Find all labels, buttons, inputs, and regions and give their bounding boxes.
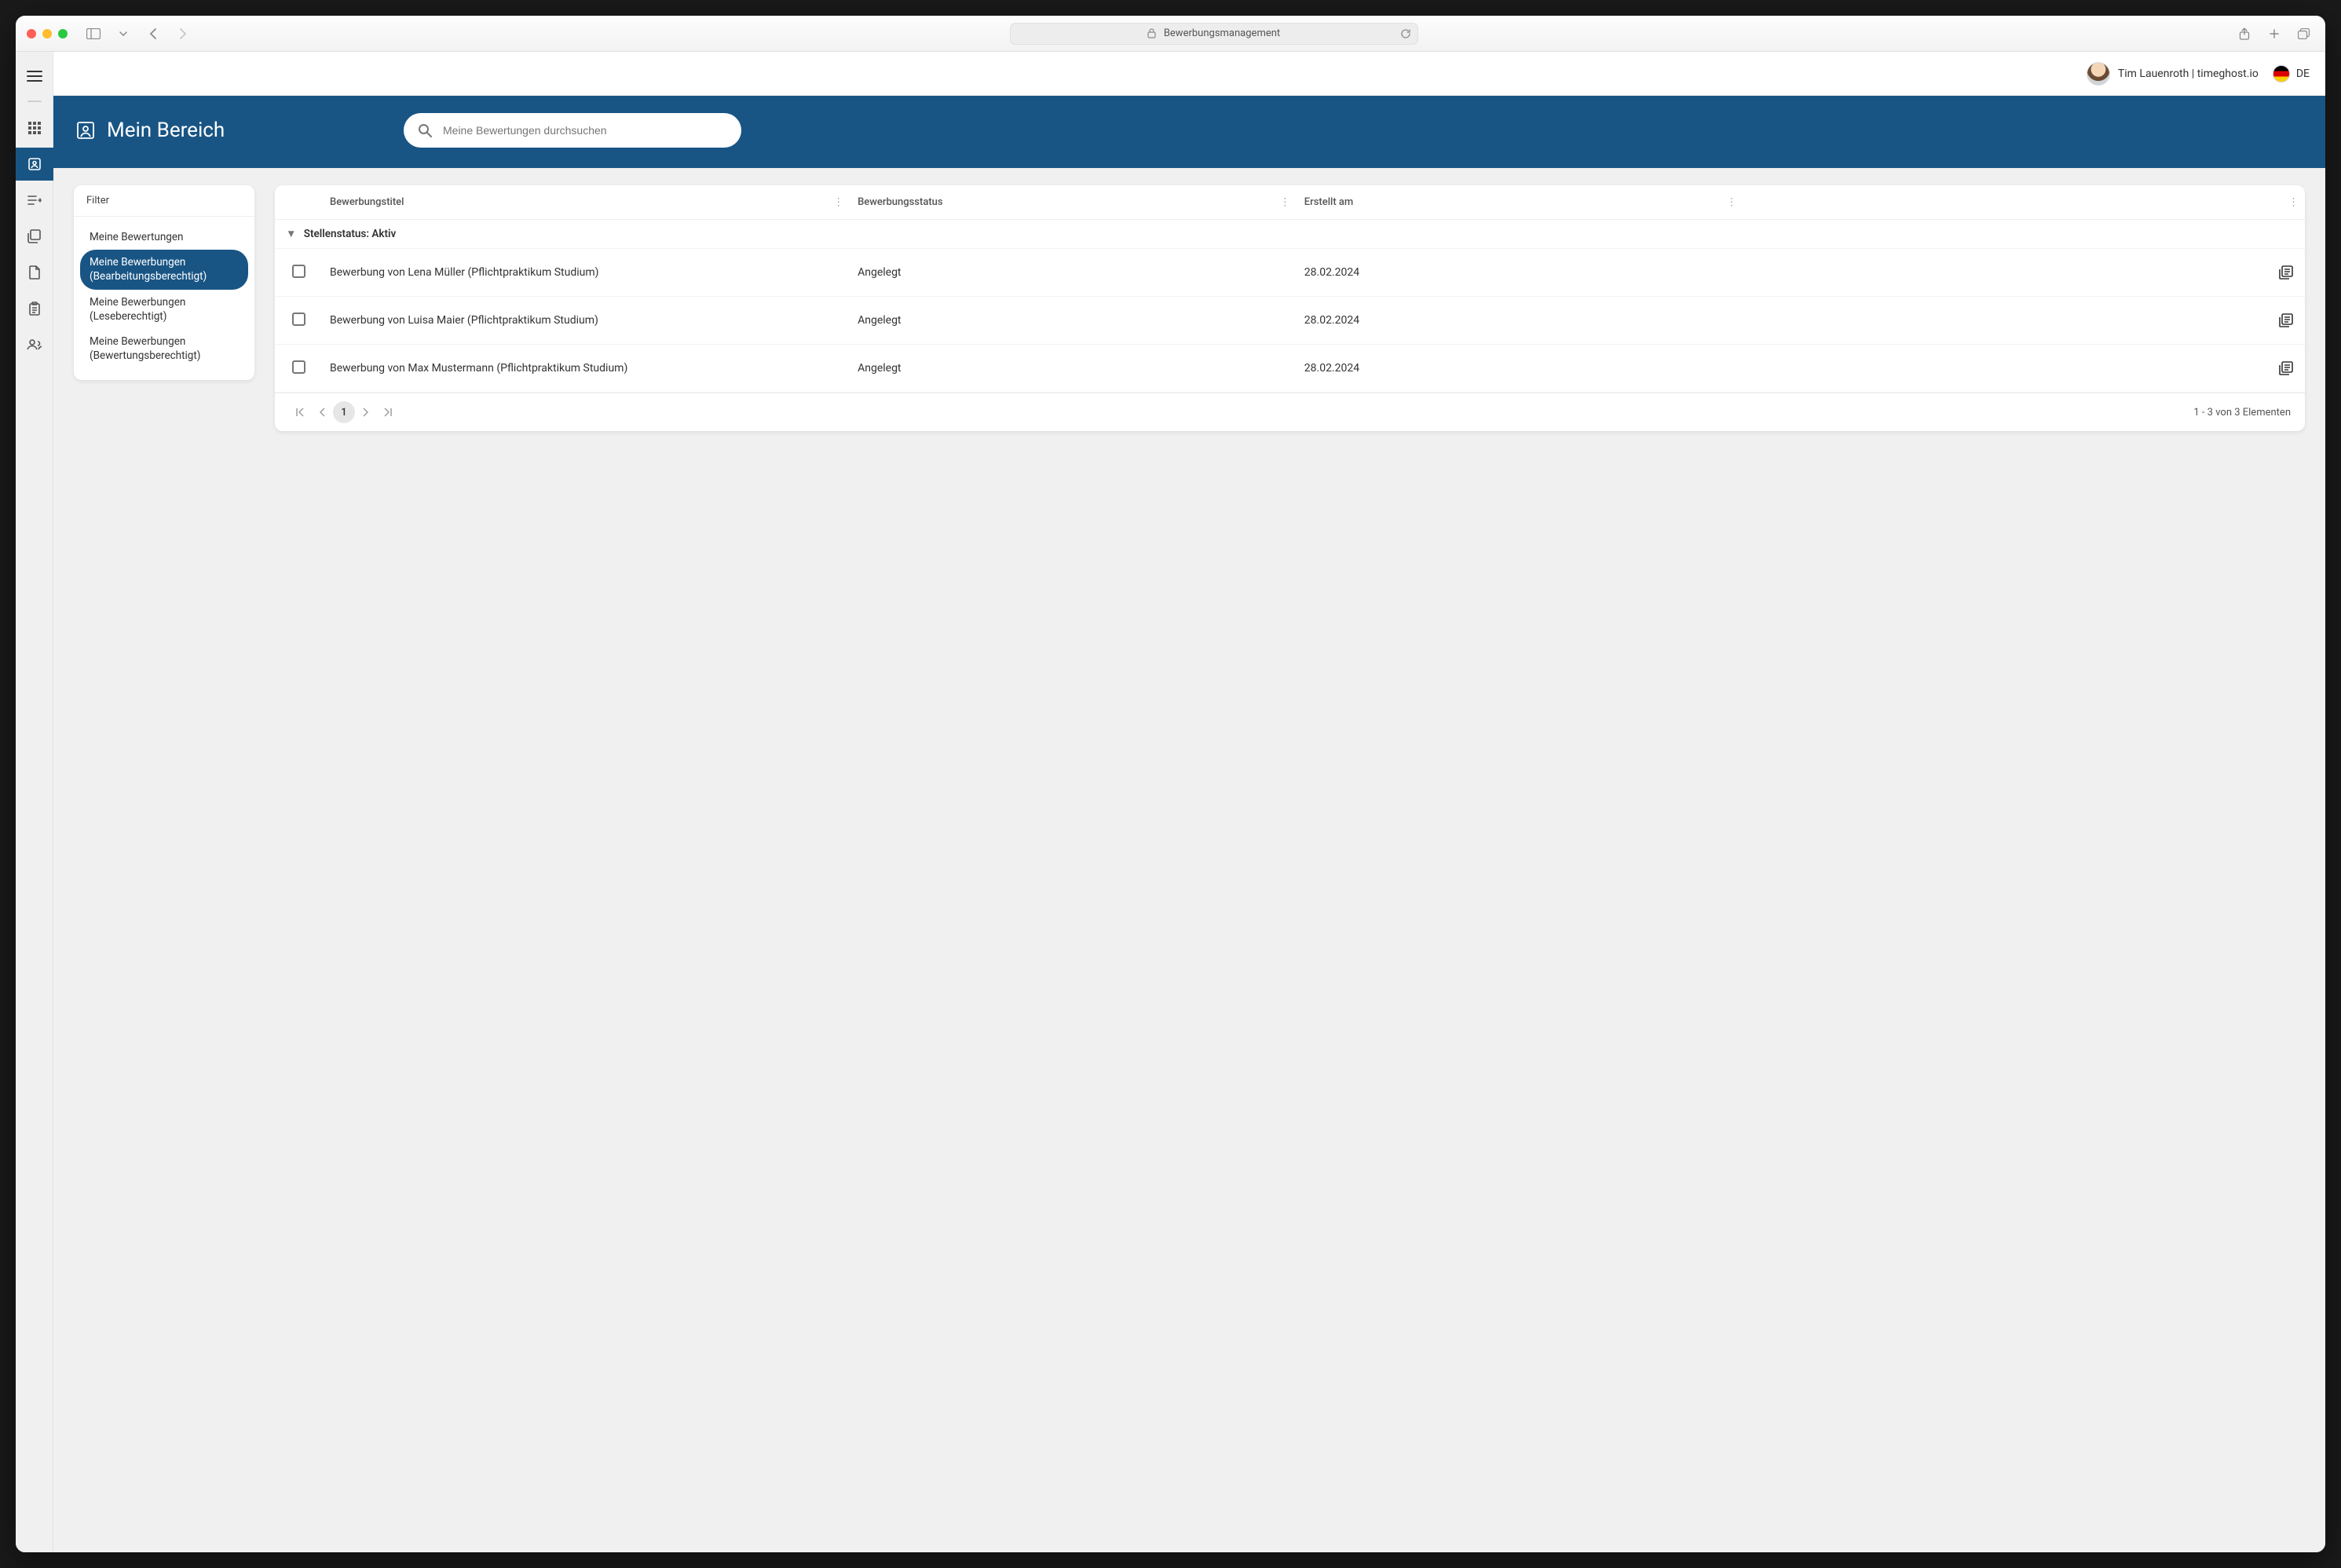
address-bar-text: Bewerbungsmanagement — [1164, 27, 1280, 39]
cell-created: 28.02.2024 — [1297, 297, 1743, 345]
page-prev-button[interactable] — [311, 401, 333, 423]
language-switcher[interactable]: DE — [2273, 65, 2310, 82]
column-menu-icon[interactable]: ⋮ — [1280, 196, 1290, 208]
row-checkbox[interactable] — [292, 313, 305, 326]
caret-down-icon: ▼ — [286, 228, 296, 240]
sidebar-toggle-icon[interactable] — [83, 24, 104, 44]
table-row: Bewerbung von Lena Müller (Pflichtprakti… — [275, 249, 2305, 297]
filter-option[interactable]: Meine Bewerbungen (Bearbeitungsberechtig… — [80, 250, 248, 289]
row-checkbox[interactable] — [292, 360, 305, 374]
group-label: Stellenstatus: Aktiv — [304, 228, 397, 240]
nav-list-add-icon[interactable] — [16, 184, 53, 217]
filter-heading: Filter — [74, 185, 254, 217]
flag-de-icon — [2273, 65, 2290, 82]
table-row: Bewerbung von Luisa Maier (Pflichtprakti… — [275, 297, 2305, 345]
column-header-status[interactable]: Bewerbungsstatus ⋮ — [850, 185, 1297, 220]
menu-toggle-button[interactable] — [16, 60, 53, 93]
nav-document-icon[interactable] — [16, 256, 53, 289]
maximize-window-icon[interactable] — [58, 29, 68, 38]
page-next-button[interactable] — [355, 401, 377, 423]
language-code: DE — [2296, 68, 2310, 80]
avatar — [2087, 62, 2110, 86]
page-title: Mein Bereich — [107, 119, 225, 142]
column-menu-icon[interactable]: ⋮ — [1726, 196, 1736, 208]
nav-rail — [16, 52, 53, 1552]
cell-status: Angelegt — [850, 249, 1297, 297]
group-header-row[interactable]: ▼ Stellenstatus: Aktiv — [275, 220, 2305, 249]
pagination-bar: 1 1 - 3 von 3 Elementen — [275, 393, 2305, 431]
forward-button[interactable] — [173, 24, 193, 44]
hero-icon — [75, 120, 96, 141]
search-field[interactable] — [404, 113, 741, 148]
rail-divider — [27, 101, 42, 102]
browser-titlebar: Bewerbungsmanagement — [16, 16, 2325, 52]
nav-clipboard-icon[interactable] — [16, 292, 53, 325]
user-name: Tim Lauenroth | timeghost.io — [2118, 68, 2259, 80]
nav-people-icon[interactable] — [16, 328, 53, 361]
search-input[interactable] — [443, 124, 727, 137]
cell-status: Angelegt — [850, 297, 1297, 345]
column-menu-icon[interactable]: ⋮ — [833, 196, 843, 208]
minimize-window-icon[interactable] — [42, 29, 52, 38]
column-header-created[interactable]: Erstellt am ⋮ — [1297, 185, 1743, 220]
filter-option[interactable]: Meine Bewertungen — [80, 225, 248, 250]
page-last-button[interactable] — [377, 401, 399, 423]
open-detail-icon[interactable] — [2275, 261, 2297, 283]
row-checkbox[interactable] — [292, 265, 305, 278]
column-menu-icon[interactable]: ⋮ — [2288, 196, 2299, 208]
nav-my-area-icon[interactable] — [16, 148, 53, 181]
filter-option[interactable]: Meine Bewerbungen (Leseberechtigt) — [80, 290, 248, 329]
cell-title[interactable]: Bewerbung von Lena Müller (Pflichtprakti… — [322, 249, 850, 297]
filter-panel: Filter Meine Bewertungen Meine Bewerbung… — [74, 185, 254, 380]
nav-apps-icon[interactable] — [16, 111, 53, 144]
cell-status: Angelegt — [850, 345, 1297, 393]
cell-title[interactable]: Bewerbung von Luisa Maier (Pflichtprakti… — [322, 297, 850, 345]
reload-icon[interactable] — [1400, 28, 1411, 39]
close-window-icon[interactable] — [27, 29, 36, 38]
user-menu[interactable]: Tim Lauenroth | timeghost.io — [2087, 62, 2259, 86]
nav-collection-icon[interactable] — [16, 220, 53, 253]
table-row: Bewerbung von Max Mustermann (Pflichtpra… — [275, 345, 2305, 393]
hero-banner: Mein Bereich — [53, 96, 2325, 168]
cell-created: 28.02.2024 — [1297, 345, 1743, 393]
open-detail-icon[interactable] — [2275, 357, 2297, 379]
address-bar[interactable]: Bewerbungsmanagement — [1010, 23, 1418, 45]
results-table: Bewerbungstitel ⋮ Bewerbungsstatus ⋮ Ers… — [275, 185, 2305, 431]
cell-title[interactable]: Bewerbung von Max Mustermann (Pflichtpra… — [322, 345, 850, 393]
cell-created: 28.02.2024 — [1297, 249, 1743, 297]
new-tab-icon[interactable] — [2264, 24, 2284, 44]
pagination-summary: 1 - 3 von 3 Elementen — [2193, 407, 2291, 418]
column-header-title[interactable]: Bewerbungstitel ⋮ — [322, 185, 850, 220]
search-icon — [418, 123, 432, 137]
topbar: Tim Lauenroth | timeghost.io DE — [53, 52, 2325, 96]
lock-icon — [1147, 28, 1156, 38]
share-icon[interactable] — [2234, 24, 2255, 44]
back-button[interactable] — [143, 24, 163, 44]
filter-option[interactable]: Meine Bewerbungen (Bewertungsberechtigt) — [80, 329, 248, 368]
window-controls — [27, 29, 68, 38]
page-number-button[interactable]: 1 — [333, 401, 355, 423]
open-detail-icon[interactable] — [2275, 309, 2297, 331]
page-first-button[interactable] — [289, 401, 311, 423]
chevron-down-icon[interactable] — [113, 24, 134, 44]
tabs-overview-icon[interactable] — [2294, 24, 2314, 44]
